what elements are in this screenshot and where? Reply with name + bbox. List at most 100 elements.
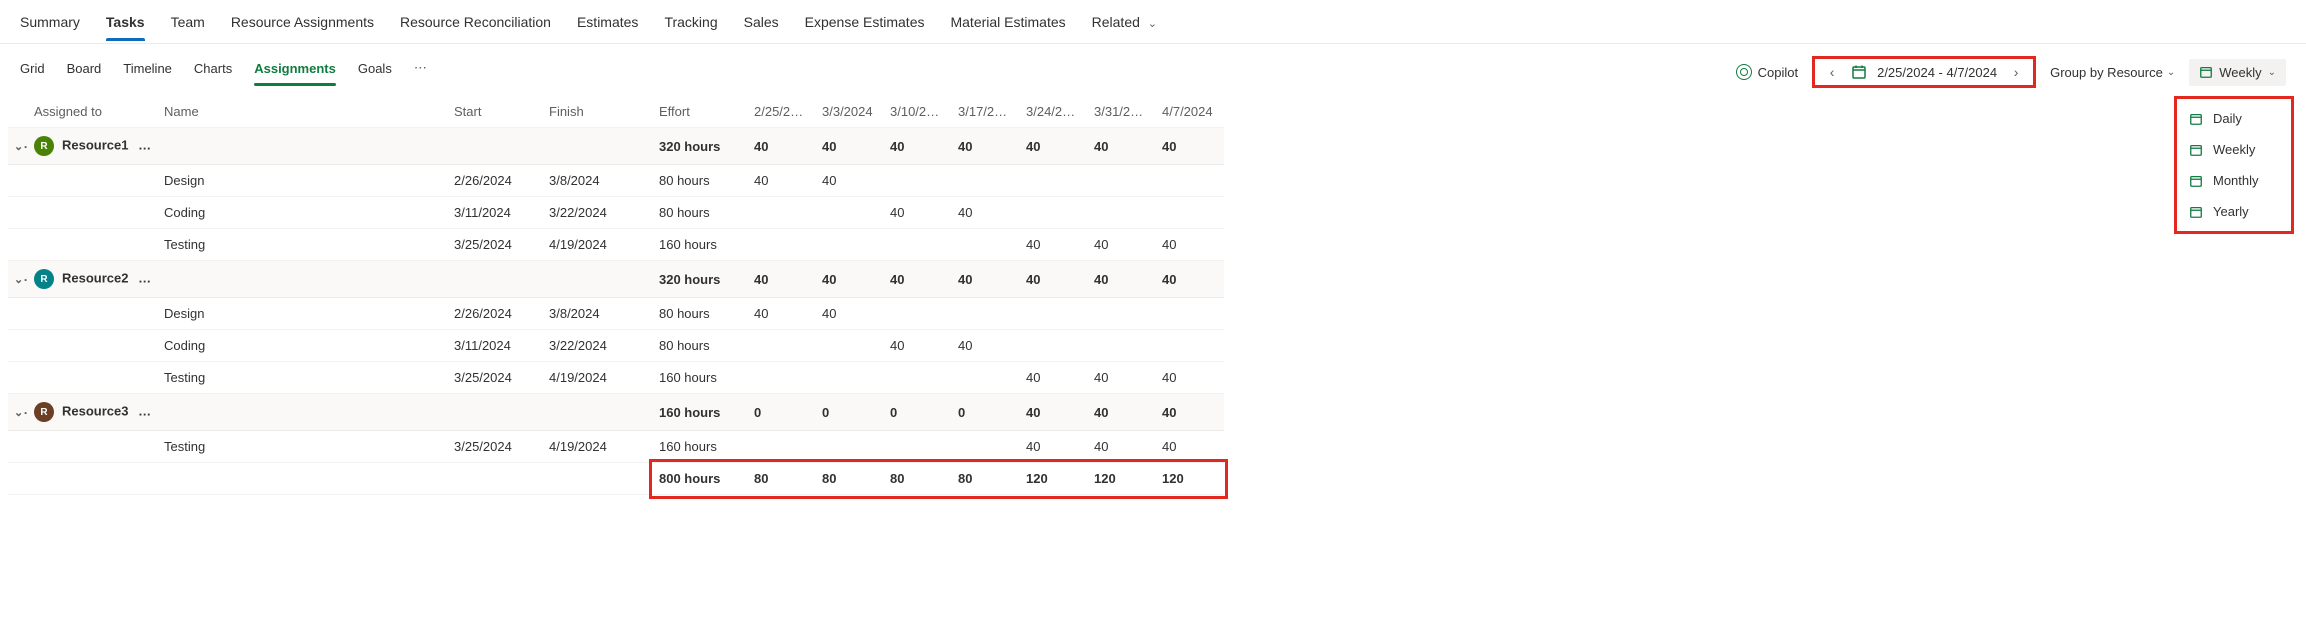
expand-cell[interactable]: ⌄ bbox=[8, 128, 28, 165]
task-row[interactable]: Coding3/11/20243/22/202480 hours4040 bbox=[8, 330, 1224, 362]
cell-hours[interactable]: 40 bbox=[816, 261, 884, 298]
cell-hours[interactable] bbox=[748, 197, 816, 229]
cell-hours[interactable]: 40 bbox=[1088, 229, 1156, 261]
group-row[interactable]: ⌄RResource1 (3)320 hours40404040404040 bbox=[8, 128, 1224, 165]
tab-team[interactable]: Team bbox=[171, 14, 205, 40]
cell-hours[interactable]: 40 bbox=[1020, 431, 1088, 463]
cell-hours[interactable]: 40 bbox=[1156, 261, 1224, 298]
timescale-option-monthly[interactable]: Monthly bbox=[2177, 165, 2291, 196]
tab-resource-assignments[interactable]: Resource Assignments bbox=[231, 14, 374, 40]
cell-hours[interactable]: 40 bbox=[748, 261, 816, 298]
cell-hours[interactable] bbox=[952, 165, 1020, 197]
cell-hours[interactable]: 40 bbox=[952, 330, 1020, 362]
cell-hours[interactable] bbox=[1088, 165, 1156, 197]
timescale-button[interactable]: Weekly ⌄ bbox=[2189, 59, 2286, 86]
cell-hours[interactable]: 40 bbox=[1020, 362, 1088, 394]
cell-hours[interactable] bbox=[816, 229, 884, 261]
cell-hours[interactable]: 40 bbox=[1088, 128, 1156, 165]
cell-hours[interactable]: 40 bbox=[1156, 431, 1224, 463]
tab-sales[interactable]: Sales bbox=[744, 14, 779, 40]
cell-hours[interactable] bbox=[1020, 298, 1088, 330]
tab-tasks[interactable]: Tasks bbox=[106, 14, 145, 40]
tab-expense-estimates[interactable]: Expense Estimates bbox=[805, 14, 925, 40]
cell-hours[interactable] bbox=[1156, 197, 1224, 229]
cell-hours[interactable] bbox=[1088, 330, 1156, 362]
cell-hours[interactable]: 0 bbox=[748, 394, 816, 431]
col-header-assigned-to[interactable]: Assigned to bbox=[28, 96, 158, 128]
cell-hours[interactable]: 40 bbox=[1020, 394, 1088, 431]
cell-hours[interactable] bbox=[1088, 197, 1156, 229]
cell-hours[interactable] bbox=[884, 298, 952, 330]
task-row[interactable]: Testing3/25/20244/19/2024160 hours404040 bbox=[8, 229, 1224, 261]
cell-hours[interactable] bbox=[1020, 197, 1088, 229]
cell-hours[interactable] bbox=[748, 229, 816, 261]
subtab-goals[interactable]: Goals bbox=[358, 61, 392, 84]
timescale-option-weekly[interactable]: Weekly bbox=[2177, 134, 2291, 165]
cell-hours[interactable]: 40 bbox=[1088, 362, 1156, 394]
cell-hours[interactable] bbox=[884, 229, 952, 261]
more-commands-button[interactable]: ⋯ bbox=[414, 60, 427, 84]
cell-hours[interactable]: 40 bbox=[748, 165, 816, 197]
cell-hours[interactable]: 40 bbox=[884, 197, 952, 229]
col-header-start[interactable]: Start bbox=[448, 96, 543, 128]
cell-hours[interactable] bbox=[748, 362, 816, 394]
group-row[interactable]: ⌄RResource3 (1)160 hours0000404040 bbox=[8, 394, 1224, 431]
col-header-date[interactable]: 3/3/2024 bbox=[816, 96, 884, 128]
task-row[interactable]: Design2/26/20243/8/202480 hours4040 bbox=[8, 298, 1224, 330]
copilot-button[interactable]: Copilot bbox=[1736, 64, 1798, 80]
cell-hours[interactable]: 40 bbox=[1088, 261, 1156, 298]
subtab-assignments[interactable]: Assignments bbox=[254, 61, 336, 84]
col-header-date[interactable]: 3/24/2024 bbox=[1020, 96, 1088, 128]
cell-hours[interactable]: 40 bbox=[1156, 128, 1224, 165]
col-header-date[interactable]: 3/10/2024 bbox=[884, 96, 952, 128]
tab-estimates[interactable]: Estimates bbox=[577, 14, 638, 40]
cell-hours[interactable]: 0 bbox=[816, 394, 884, 431]
tab-tracking[interactable]: Tracking bbox=[664, 14, 717, 40]
tab-related[interactable]: Related ⌄ bbox=[1092, 14, 1157, 40]
cell-hours[interactable]: 40 bbox=[816, 128, 884, 165]
date-range-next-button[interactable]: › bbox=[2007, 63, 2025, 81]
cell-hours[interactable]: 40 bbox=[816, 165, 884, 197]
col-header-date[interactable]: 4/7/2024 bbox=[1156, 96, 1224, 128]
col-header-finish[interactable]: Finish bbox=[543, 96, 653, 128]
cell-hours[interactable]: 0 bbox=[952, 394, 1020, 431]
task-row[interactable]: Testing3/25/20244/19/2024160 hours404040 bbox=[8, 431, 1224, 463]
cell-hours[interactable]: 40 bbox=[748, 298, 816, 330]
cell-hours[interactable] bbox=[884, 165, 952, 197]
col-header-name[interactable]: Name bbox=[158, 96, 448, 128]
cell-hours[interactable]: 40 bbox=[952, 128, 1020, 165]
task-row[interactable]: Coding3/11/20243/22/202480 hours4040 bbox=[8, 197, 1224, 229]
cell-hours[interactable]: 40 bbox=[1156, 362, 1224, 394]
cell-hours[interactable] bbox=[952, 431, 1020, 463]
group-row[interactable]: ⌄RResource2 (3)320 hours40404040404040 bbox=[8, 261, 1224, 298]
cell-hours[interactable] bbox=[816, 362, 884, 394]
cell-hours[interactable] bbox=[748, 431, 816, 463]
subtab-grid[interactable]: Grid bbox=[20, 61, 45, 84]
cell-hours[interactable] bbox=[1156, 330, 1224, 362]
cell-hours[interactable]: 40 bbox=[884, 261, 952, 298]
cell-hours[interactable]: 40 bbox=[816, 298, 884, 330]
tab-material-estimates[interactable]: Material Estimates bbox=[950, 14, 1065, 40]
subtab-timeline[interactable]: Timeline bbox=[123, 61, 172, 84]
group-by-button[interactable]: Group by Resource ⌄ bbox=[2050, 65, 2175, 80]
cell-hours[interactable]: 40 bbox=[1020, 261, 1088, 298]
task-row[interactable]: Testing3/25/20244/19/2024160 hours404040 bbox=[8, 362, 1224, 394]
cell-hours[interactable] bbox=[748, 330, 816, 362]
cell-hours[interactable]: 40 bbox=[1088, 431, 1156, 463]
cell-hours[interactable]: 40 bbox=[1020, 229, 1088, 261]
cell-hours[interactable] bbox=[952, 229, 1020, 261]
expand-cell[interactable]: ⌄ bbox=[8, 261, 28, 298]
cell-hours[interactable] bbox=[1020, 330, 1088, 362]
date-range-prev-button[interactable]: ‹ bbox=[1823, 63, 1841, 81]
cell-hours[interactable] bbox=[952, 362, 1020, 394]
tab-resource-reconciliation[interactable]: Resource Reconciliation bbox=[400, 14, 551, 40]
timescale-option-yearly[interactable]: Yearly bbox=[2177, 196, 2291, 227]
col-header-date[interactable]: 3/17/2024 bbox=[952, 96, 1020, 128]
cell-hours[interactable] bbox=[816, 197, 884, 229]
expand-cell[interactable]: ⌄ bbox=[8, 394, 28, 431]
cell-hours[interactable]: 0 bbox=[884, 394, 952, 431]
cell-hours[interactable] bbox=[1156, 298, 1224, 330]
cell-hours[interactable]: 40 bbox=[952, 261, 1020, 298]
cell-hours[interactable] bbox=[884, 362, 952, 394]
cell-hours[interactable]: 40 bbox=[1156, 229, 1224, 261]
